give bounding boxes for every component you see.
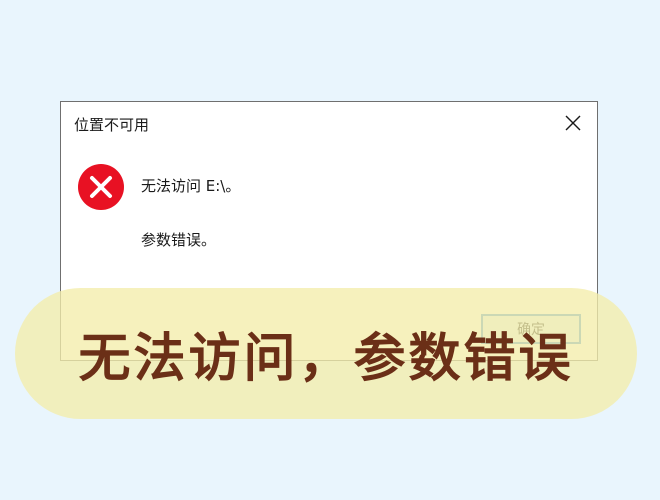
error-message: 无法访问 E:\。: [141, 177, 241, 195]
close-icon: [565, 115, 581, 131]
caption-text: 无法访问，参数错误: [78, 329, 574, 389]
error-detail: 参数错误。: [141, 231, 217, 249]
dialog-title: 位置不可用: [74, 116, 150, 134]
error-icon: [78, 164, 124, 210]
close-button[interactable]: [561, 111, 585, 135]
caption-banner: 无法访问，参数错误: [15, 288, 637, 419]
